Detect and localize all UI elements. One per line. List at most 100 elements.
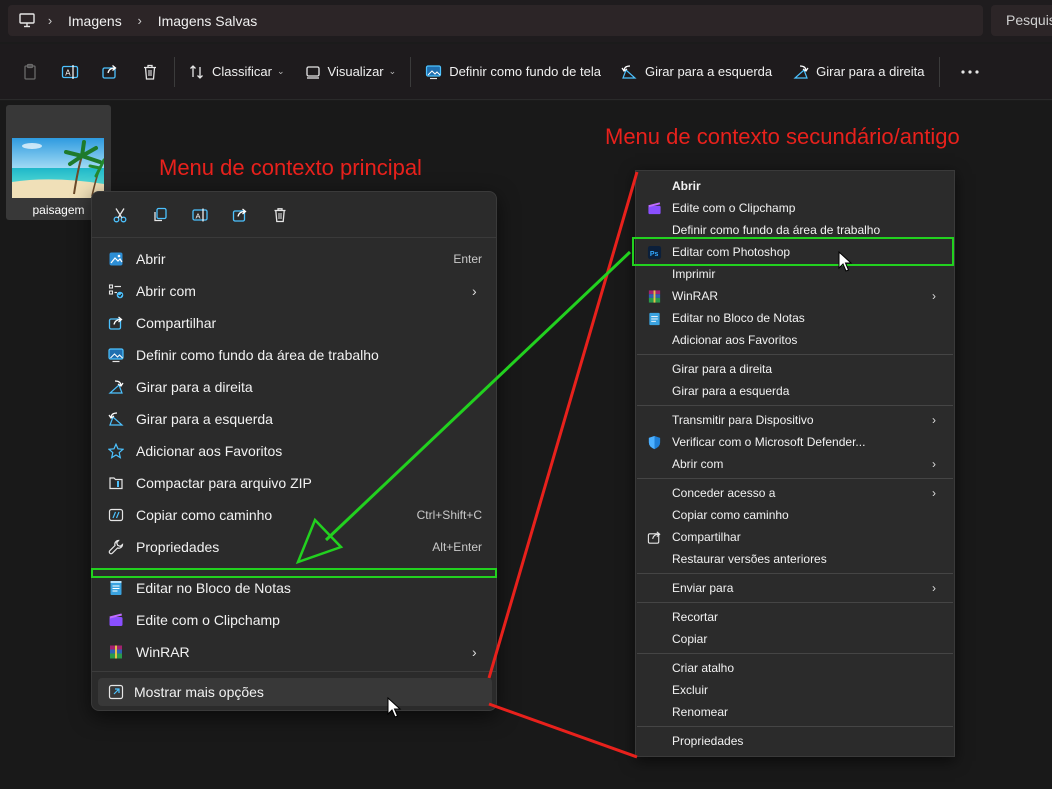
classic-item-conceder-acesso[interactable]: Conceder acesso a ›	[636, 482, 954, 504]
classic-item-excluir[interactable]: Excluir	[636, 679, 954, 701]
clipchamp-icon	[109, 613, 123, 626]
delete-icon	[144, 64, 156, 80]
delete-icon	[274, 207, 286, 222]
menu-item-winrar[interactable]: WinRAR ›	[96, 636, 494, 668]
chevron-right-icon: ›	[932, 413, 936, 427]
address-bar[interactable]: › Imagens › Imagens Salvas	[8, 5, 983, 36]
cut-icon	[113, 207, 127, 222]
show-more-options-button[interactable]: Mostrar mais opções	[98, 678, 492, 706]
copy-button[interactable]	[140, 195, 180, 235]
menu-item-abrir[interactable]: Abrir Enter	[96, 243, 494, 275]
copy-path-icon	[108, 508, 124, 522]
winrar-icon	[110, 645, 122, 659]
menu-item-compartilhar[interactable]: Compartilhar	[96, 307, 494, 339]
rotate-right-label: Girar para a direita	[816, 64, 925, 79]
zip-icon	[109, 477, 123, 490]
menu-item-favoritos[interactable]: Adicionar aos Favoritos	[96, 435, 494, 467]
svg-text:A: A	[65, 68, 71, 77]
classic-item-girar-direita[interactable]: Girar para a direita	[636, 358, 954, 380]
more-options-button[interactable]	[950, 52, 990, 92]
clipchamp-icon	[647, 201, 661, 214]
rename-icon: A	[61, 64, 79, 79]
notepad-icon	[648, 312, 660, 325]
menu-item-definir-fundo[interactable]: Definir como fundo da área de trabalho	[96, 339, 494, 371]
rotate-left-button[interactable]: Girar para a esquerda	[611, 52, 782, 92]
notepad-icon	[110, 581, 122, 595]
breadcrumb-item-imagens[interactable]: Imagens	[64, 13, 126, 29]
share-button[interactable]	[220, 195, 260, 235]
winrar-icon	[648, 289, 660, 303]
svg-text:Ps: Ps	[649, 250, 658, 257]
view-icon	[305, 65, 320, 79]
share-icon	[232, 208, 247, 222]
breadcrumb-item-imagens-salvas[interactable]: Imagens Salvas	[154, 13, 262, 29]
cut-button[interactable]	[100, 195, 140, 235]
classic-item-abrir-com[interactable]: Abrir com ›	[636, 453, 954, 475]
wallpaper-icon	[108, 348, 124, 363]
classic-item-imprimir[interactable]: Imprimir	[636, 263, 954, 285]
rotate-right-icon	[793, 64, 809, 79]
wrench-icon	[108, 539, 124, 555]
chevron-down-icon: ⌄	[276, 66, 285, 76]
menu-item-girar-esquerda[interactable]: Girar para a esquerda	[96, 403, 494, 435]
classic-item-propriedades[interactable]: Propriedades	[636, 730, 954, 752]
rotate-right-icon	[108, 380, 124, 394]
classic-item-transmitir[interactable]: Transmitir para Dispositivo ›	[636, 409, 954, 431]
classic-item-copiar[interactable]: Copiar	[636, 628, 954, 650]
command-bar: A Classificar ⌄ Visualizar ⌄ Definir com…	[0, 44, 1052, 100]
classic-item-copiar-caminho[interactable]: Copiar como caminho	[636, 504, 954, 526]
menu-item-abrir-com[interactable]: Abrir com ›	[96, 275, 494, 307]
toolbar-separator	[938, 56, 940, 87]
classic-item-abrir[interactable]: Abrir	[636, 175, 954, 197]
classic-item-definir-fundo[interactable]: Definir como fundo da área de trabalho	[636, 219, 954, 241]
search-input[interactable]: Pesquisar	[991, 5, 1052, 36]
sort-button[interactable]: Classificar ⌄	[179, 52, 295, 92]
menu-item-copiar-caminho[interactable]: Copiar como caminho Ctrl+Shift+C	[96, 499, 494, 531]
classic-item-photoshop[interactable]: Ps Editar com Photoshop	[636, 241, 954, 263]
annotation-primary-menu: Menu de contexto principal	[159, 155, 422, 180]
share-icon	[647, 530, 661, 544]
classic-item-criar-atalho[interactable]: Criar atalho	[636, 657, 954, 679]
classic-item-clipchamp[interactable]: Edite com o Clipchamp	[636, 197, 954, 219]
classic-item-girar-esquerda[interactable]: Girar para a esquerda	[636, 380, 954, 402]
rename-button[interactable]: A	[180, 195, 220, 235]
classic-item-defender[interactable]: Verificar com o Microsoft Defender...	[636, 431, 954, 453]
paste-button[interactable]	[10, 52, 50, 92]
more-icon	[960, 69, 979, 74]
title-bar: › Imagens › Imagens Salvas Pesquisar	[0, 0, 1052, 42]
open-with-icon	[108, 284, 124, 299]
toolbar-separator	[410, 56, 412, 87]
menu-separator	[637, 602, 953, 603]
sort-label: Classificar	[212, 64, 272, 79]
delete-button[interactable]	[260, 195, 300, 235]
menu-item-bloco-notas[interactable]: Editar no Bloco de Notas	[96, 572, 494, 604]
delete-button[interactable]	[130, 52, 170, 92]
classic-item-recortar[interactable]: Recortar	[636, 606, 954, 628]
rotate-left-icon	[621, 64, 637, 79]
rotate-right-button[interactable]: Girar para a direita	[782, 52, 934, 92]
classic-item-favoritos[interactable]: Adicionar aos Favoritos	[636, 329, 954, 351]
classic-item-restaurar-versoes[interactable]: Restaurar versões anteriores	[636, 548, 954, 570]
annotation-secondary-menu: Menu de contexto secundário/antigo	[605, 124, 960, 149]
computer-icon[interactable]	[18, 12, 36, 30]
classic-item-enviar-para[interactable]: Enviar para ›	[636, 577, 954, 599]
menu-separator	[637, 354, 953, 355]
set-background-button[interactable]: Definir como fundo de tela	[415, 52, 611, 92]
rename-button[interactable]: A	[50, 52, 90, 92]
chevron-right-icon[interactable]: ›	[126, 13, 154, 28]
menu-item-girar-direita[interactable]: Girar para a direita	[96, 371, 494, 403]
rename-icon: A	[191, 208, 208, 221]
classic-item-winrar[interactable]: WinRAR ›	[636, 285, 954, 307]
chevron-right-icon[interactable]: ›	[36, 13, 64, 28]
share-icon	[102, 64, 117, 79]
share-button[interactable]	[90, 52, 130, 92]
menu-item-propriedades[interactable]: Propriedades Alt+Enter	[96, 531, 494, 563]
menu-item-clipchamp[interactable]: Edite com o Clipchamp	[96, 604, 494, 636]
expand-icon	[108, 684, 124, 700]
classic-item-bloco-notas[interactable]: Editar no Bloco de Notas	[636, 307, 954, 329]
classic-item-compartilhar[interactable]: Compartilhar	[636, 526, 954, 548]
chevron-right-icon: ›	[472, 283, 477, 299]
menu-item-compactar-zip[interactable]: Compactar para arquivo ZIP	[96, 467, 494, 499]
classic-item-renomear[interactable]: Renomear	[636, 701, 954, 723]
view-button[interactable]: Visualizar ⌄	[295, 52, 407, 92]
